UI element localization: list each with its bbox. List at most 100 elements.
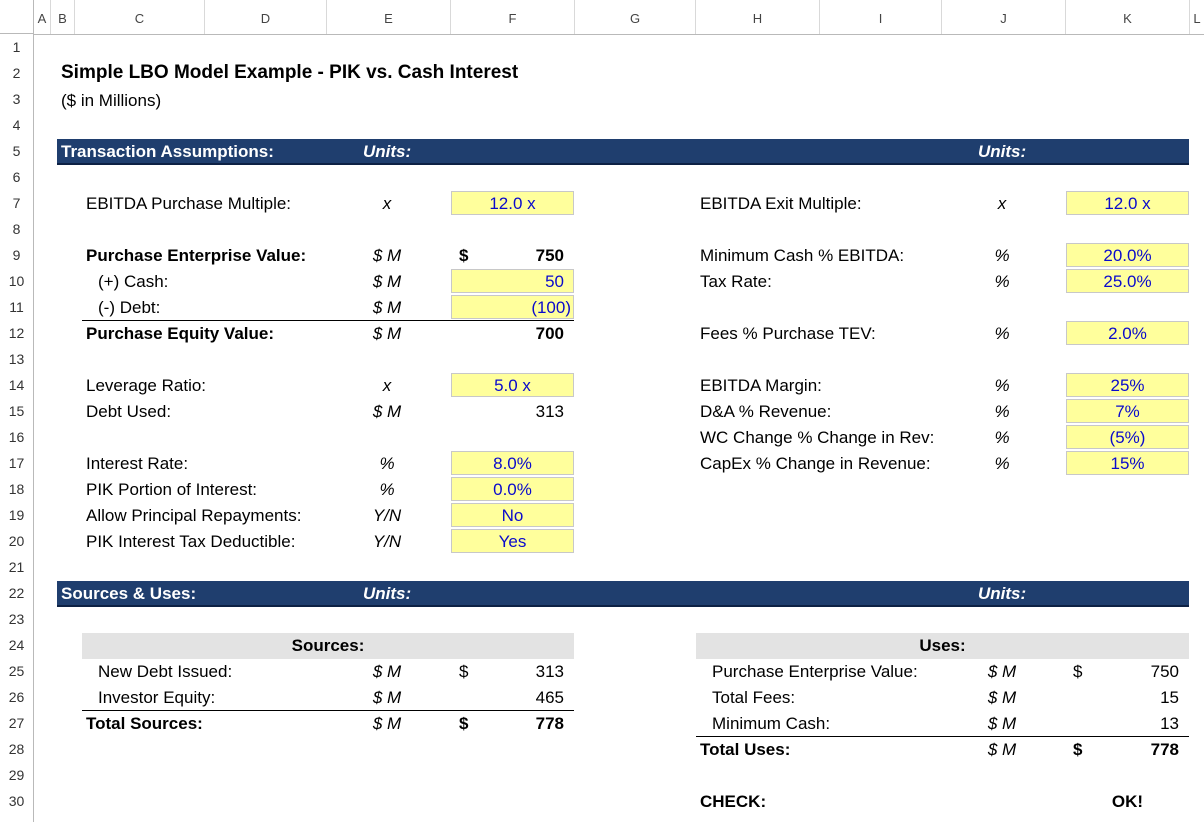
row-header[interactable]: 12 bbox=[0, 320, 33, 346]
row-header[interactable]: 23 bbox=[0, 606, 33, 632]
debt-used-value[interactable]: 313 bbox=[451, 399, 564, 425]
new-debt-value[interactable]: 313 bbox=[451, 659, 564, 685]
uses-unit[interactable]: $ M bbox=[970, 659, 1034, 685]
column-header-j[interactable]: J bbox=[942, 0, 1066, 34]
leverage-ratio-value[interactable]: 5.0 x bbox=[451, 373, 574, 399]
assumption-label[interactable]: (+) Cash: bbox=[98, 269, 168, 295]
row-header[interactable]: 20 bbox=[0, 528, 33, 554]
assumption-label[interactable]: Tax Rate: bbox=[700, 269, 772, 295]
total-fees-value[interactable]: 15 bbox=[1066, 685, 1179, 711]
assumption-unit[interactable]: $ M bbox=[355, 399, 419, 425]
assumption-label[interactable]: Allow Principal Repayments: bbox=[86, 503, 301, 529]
cash-value[interactable]: 50 bbox=[451, 269, 564, 295]
pik-tax-deductible-value[interactable]: Yes bbox=[451, 529, 574, 555]
row-header[interactable]: 8 bbox=[0, 216, 33, 242]
assumption-unit[interactable]: x bbox=[355, 373, 419, 399]
transaction-header[interactable]: Transaction Assumptions: bbox=[61, 139, 274, 165]
sources-unit[interactable]: $ M bbox=[355, 685, 419, 711]
uses-label[interactable]: Total Fees: bbox=[712, 685, 795, 711]
column-header-h[interactable]: H bbox=[696, 0, 820, 34]
row-header[interactable]: 17 bbox=[0, 450, 33, 476]
sources-label[interactable]: New Debt Issued: bbox=[98, 659, 232, 685]
units-header[interactable]: Units: bbox=[363, 139, 411, 165]
uses-unit[interactable]: $ M bbox=[970, 685, 1034, 711]
sources-unit[interactable]: $ M bbox=[355, 659, 419, 685]
row-header[interactable]: 4 bbox=[0, 112, 33, 138]
assumption-unit[interactable]: % bbox=[970, 243, 1034, 269]
assumption-label[interactable]: EBITDA Exit Multiple: bbox=[700, 191, 862, 217]
row-header[interactable]: 22 bbox=[0, 580, 33, 606]
sources-title[interactable]: Sources: bbox=[82, 633, 574, 659]
row-header[interactable]: 15 bbox=[0, 398, 33, 424]
minimum-cash-value[interactable]: 13 bbox=[1066, 711, 1179, 737]
principal-repayments-value[interactable]: No bbox=[451, 503, 574, 529]
assumption-label[interactable]: PIK Interest Tax Deductible: bbox=[86, 529, 295, 555]
ebitda-margin-value[interactable]: 25% bbox=[1066, 373, 1189, 399]
assumption-unit[interactable]: Y/N bbox=[355, 529, 419, 555]
sources-unit[interactable]: $ M bbox=[355, 711, 419, 737]
assumption-label[interactable]: Minimum Cash % EBITDA: bbox=[700, 243, 904, 269]
interest-rate-value[interactable]: 8.0% bbox=[451, 451, 574, 477]
row-header[interactable]: 1 bbox=[0, 34, 33, 60]
assumption-unit[interactable]: % bbox=[970, 451, 1034, 477]
row-header[interactable]: 14 bbox=[0, 372, 33, 398]
assumption-label[interactable]: CapEx % Change in Revenue: bbox=[700, 451, 931, 477]
assumption-label[interactable]: Purchase Enterprise Value: bbox=[86, 243, 306, 269]
uses-purchase-ev-value[interactable]: 750 bbox=[1066, 659, 1179, 685]
assumption-unit[interactable]: $ M bbox=[355, 321, 419, 347]
min-cash-value[interactable]: 20.0% bbox=[1066, 243, 1189, 269]
capex-value[interactable]: 15% bbox=[1066, 451, 1189, 477]
assumption-label[interactable]: Debt Used: bbox=[86, 399, 171, 425]
column-header-b[interactable]: B bbox=[51, 0, 75, 34]
purchase-equity-value[interactable]: 700 bbox=[451, 321, 564, 347]
row-header[interactable]: 24 bbox=[0, 632, 33, 658]
assumption-label[interactable]: WC Change % Change in Rev: bbox=[700, 425, 934, 451]
purchase-multiple-value[interactable]: 12.0 x bbox=[451, 191, 574, 217]
assumption-unit[interactable]: x bbox=[970, 191, 1034, 217]
sheet-title[interactable]: Simple LBO Model Example - PIK vs. Cash … bbox=[61, 60, 518, 86]
row-header[interactable]: 7 bbox=[0, 190, 33, 216]
assumption-unit[interactable]: % bbox=[970, 269, 1034, 295]
row-header[interactable]: 29 bbox=[0, 762, 33, 788]
column-header-k[interactable]: K bbox=[1066, 0, 1190, 34]
assumption-unit[interactable]: % bbox=[970, 425, 1034, 451]
assumption-label[interactable]: EBITDA Margin: bbox=[700, 373, 822, 399]
uses-label[interactable]: Total Uses: bbox=[700, 737, 790, 763]
row-header[interactable]: 21 bbox=[0, 554, 33, 580]
row-header[interactable]: 9 bbox=[0, 242, 33, 268]
purchase-ev-value[interactable]: 750 bbox=[451, 243, 564, 269]
assumption-unit[interactable]: $ M bbox=[355, 243, 419, 269]
assumption-label[interactable]: (-) Debt: bbox=[98, 295, 160, 321]
tax-rate-value[interactable]: 25.0% bbox=[1066, 269, 1189, 295]
wc-change-value[interactable]: (5%) bbox=[1066, 425, 1189, 451]
assumption-unit[interactable]: x bbox=[355, 191, 419, 217]
row-header[interactable]: 25 bbox=[0, 658, 33, 684]
assumption-label[interactable]: Leverage Ratio: bbox=[86, 373, 206, 399]
column-header-g[interactable]: G bbox=[575, 0, 696, 34]
column-header-f[interactable]: F bbox=[451, 0, 575, 34]
row-header[interactable]: 27 bbox=[0, 710, 33, 736]
sources-label[interactable]: Total Sources: bbox=[86, 711, 203, 737]
assumption-unit[interactable]: $ M bbox=[355, 295, 419, 321]
units-header-right[interactable]: Units: bbox=[978, 139, 1026, 165]
row-header[interactable]: 2 bbox=[0, 60, 33, 86]
assumption-label[interactable]: Interest Rate: bbox=[86, 451, 188, 477]
uses-label[interactable]: Purchase Enterprise Value: bbox=[712, 659, 918, 685]
spreadsheet[interactable]: A B C D E F G H I J K L 1 2 3 4 5 6 7 8 … bbox=[0, 0, 1204, 822]
column-header-i[interactable]: I bbox=[820, 0, 942, 34]
row-header[interactable]: 28 bbox=[0, 736, 33, 762]
column-header-l[interactable]: L bbox=[1190, 0, 1204, 34]
select-all-corner[interactable] bbox=[0, 0, 34, 34]
column-header-d[interactable]: D bbox=[205, 0, 327, 34]
uses-label[interactable]: Minimum Cash: bbox=[712, 711, 830, 737]
da-revenue-value[interactable]: 7% bbox=[1066, 399, 1189, 425]
total-uses-value[interactable]: 778 bbox=[1066, 737, 1179, 763]
row-header[interactable]: 5 bbox=[0, 138, 33, 164]
check-label[interactable]: CHECK: bbox=[700, 789, 766, 815]
assumption-label[interactable]: PIK Portion of Interest: bbox=[86, 477, 257, 503]
sources-label[interactable]: Investor Equity: bbox=[98, 685, 215, 711]
assumption-unit[interactable]: % bbox=[355, 477, 419, 503]
row-header[interactable]: 10 bbox=[0, 268, 33, 294]
uses-title[interactable]: Uses: bbox=[696, 633, 1189, 659]
assumption-unit[interactable]: % bbox=[970, 373, 1034, 399]
